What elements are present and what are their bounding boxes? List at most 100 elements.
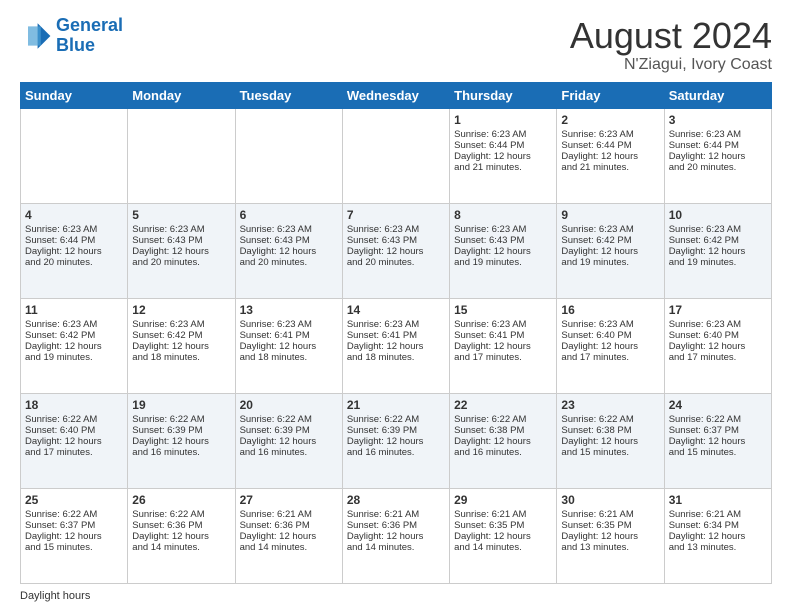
day-info-line: Sunset: 6:43 PM: [454, 235, 552, 246]
day-header-sunday: Sunday: [21, 82, 128, 108]
day-info-line: Sunset: 6:41 PM: [454, 330, 552, 341]
day-info-line: Sunrise: 6:23 AM: [25, 224, 123, 235]
day-info-line: Sunrise: 6:23 AM: [454, 319, 552, 330]
week-row-4: 25Sunrise: 6:22 AMSunset: 6:37 PMDayligh…: [21, 488, 772, 583]
logo: General Blue: [20, 16, 123, 56]
day-info-line: Sunrise: 6:22 AM: [25, 414, 123, 425]
footer-label: Daylight hours: [20, 590, 90, 602]
day-info-line: Sunrise: 6:22 AM: [454, 414, 552, 425]
calendar-cell: [235, 108, 342, 203]
day-info-line: Sunrise: 6:23 AM: [132, 319, 230, 330]
calendar-cell: 31Sunrise: 6:21 AMSunset: 6:34 PMDayligh…: [664, 488, 771, 583]
day-header-monday: Monday: [128, 82, 235, 108]
day-info-line: Sunrise: 6:23 AM: [561, 129, 659, 140]
day-info-line: Daylight: 12 hours: [25, 341, 123, 352]
day-info-line: Sunrise: 6:23 AM: [669, 129, 767, 140]
day-info-line: and 19 minutes.: [454, 257, 552, 268]
day-info-line: Sunrise: 6:23 AM: [454, 224, 552, 235]
day-info-line: and 17 minutes.: [669, 352, 767, 363]
day-info-line: Daylight: 12 hours: [561, 151, 659, 162]
day-number: 27: [240, 493, 338, 507]
calendar-cell: 19Sunrise: 6:22 AMSunset: 6:39 PMDayligh…: [128, 393, 235, 488]
day-info-line: Sunrise: 6:22 AM: [25, 509, 123, 520]
calendar-cell: 10Sunrise: 6:23 AMSunset: 6:42 PMDayligh…: [664, 203, 771, 298]
calendar-cell: 4Sunrise: 6:23 AMSunset: 6:44 PMDaylight…: [21, 203, 128, 298]
day-number: 5: [132, 208, 230, 222]
day-info-line: and 16 minutes.: [132, 447, 230, 458]
day-number: 10: [669, 208, 767, 222]
day-info-line: and 13 minutes.: [561, 542, 659, 553]
day-info-line: Sunset: 6:36 PM: [347, 520, 445, 531]
calendar-header-row: SundayMondayTuesdayWednesdayThursdayFrid…: [21, 82, 772, 108]
day-info-line: Sunrise: 6:23 AM: [561, 224, 659, 235]
calendar-cell: 1Sunrise: 6:23 AMSunset: 6:44 PMDaylight…: [450, 108, 557, 203]
day-info-line: and 16 minutes.: [454, 447, 552, 458]
day-number: 14: [347, 303, 445, 317]
day-info-line: Sunset: 6:44 PM: [454, 140, 552, 151]
day-number: 3: [669, 113, 767, 127]
week-row-3: 18Sunrise: 6:22 AMSunset: 6:40 PMDayligh…: [21, 393, 772, 488]
day-info-line: and 21 minutes.: [454, 162, 552, 173]
day-info-line: Daylight: 12 hours: [132, 531, 230, 542]
calendar-cell: 29Sunrise: 6:21 AMSunset: 6:35 PMDayligh…: [450, 488, 557, 583]
day-info-line: Sunset: 6:42 PM: [669, 235, 767, 246]
day-number: 13: [240, 303, 338, 317]
calendar-cell: 5Sunrise: 6:23 AMSunset: 6:43 PMDaylight…: [128, 203, 235, 298]
day-header-thursday: Thursday: [450, 82, 557, 108]
day-info-line: and 17 minutes.: [561, 352, 659, 363]
day-info-line: Daylight: 12 hours: [240, 246, 338, 257]
calendar-cell: 23Sunrise: 6:22 AMSunset: 6:38 PMDayligh…: [557, 393, 664, 488]
day-info-line: and 19 minutes.: [561, 257, 659, 268]
day-info-line: and 16 minutes.: [347, 447, 445, 458]
day-number: 20: [240, 398, 338, 412]
calendar-cell: 26Sunrise: 6:22 AMSunset: 6:36 PMDayligh…: [128, 488, 235, 583]
day-info-line: Sunrise: 6:22 AM: [347, 414, 445, 425]
day-info-line: Daylight: 12 hours: [347, 531, 445, 542]
calendar-cell: 6Sunrise: 6:23 AMSunset: 6:43 PMDaylight…: [235, 203, 342, 298]
day-info-line: Daylight: 12 hours: [25, 531, 123, 542]
calendar-cell: 7Sunrise: 6:23 AMSunset: 6:43 PMDaylight…: [342, 203, 449, 298]
day-info-line: and 17 minutes.: [454, 352, 552, 363]
day-info-line: Daylight: 12 hours: [669, 341, 767, 352]
day-info-line: and 20 minutes.: [347, 257, 445, 268]
day-info-line: Sunrise: 6:23 AM: [454, 129, 552, 140]
day-info-line: Sunset: 6:36 PM: [132, 520, 230, 531]
day-number: 6: [240, 208, 338, 222]
day-info-line: Sunrise: 6:21 AM: [454, 509, 552, 520]
day-info-line: and 14 minutes.: [347, 542, 445, 553]
day-info-line: and 18 minutes.: [240, 352, 338, 363]
day-info-line: Sunrise: 6:21 AM: [240, 509, 338, 520]
day-number: 19: [132, 398, 230, 412]
day-info-line: and 20 minutes.: [240, 257, 338, 268]
day-info-line: Daylight: 12 hours: [240, 436, 338, 447]
day-info-line: Daylight: 12 hours: [347, 246, 445, 257]
day-info-line: Sunset: 6:35 PM: [561, 520, 659, 531]
calendar-cell: 9Sunrise: 6:23 AMSunset: 6:42 PMDaylight…: [557, 203, 664, 298]
week-row-0: 1Sunrise: 6:23 AMSunset: 6:44 PMDaylight…: [21, 108, 772, 203]
day-number: 9: [561, 208, 659, 222]
calendar-cell: 3Sunrise: 6:23 AMSunset: 6:44 PMDaylight…: [664, 108, 771, 203]
day-info-line: Sunrise: 6:23 AM: [669, 319, 767, 330]
day-info-line: Sunset: 6:40 PM: [669, 330, 767, 341]
day-info-line: Sunset: 6:43 PM: [347, 235, 445, 246]
calendar-cell: 8Sunrise: 6:23 AMSunset: 6:43 PMDaylight…: [450, 203, 557, 298]
day-info-line: Sunrise: 6:21 AM: [347, 509, 445, 520]
day-number: 30: [561, 493, 659, 507]
day-info-line: Daylight: 12 hours: [561, 531, 659, 542]
day-info-line: Sunrise: 6:21 AM: [561, 509, 659, 520]
day-info-line: Sunset: 6:44 PM: [561, 140, 659, 151]
day-info-line: and 18 minutes.: [132, 352, 230, 363]
day-info-line: Sunset: 6:44 PM: [25, 235, 123, 246]
day-number: 16: [561, 303, 659, 317]
day-info-line: and 20 minutes.: [132, 257, 230, 268]
day-info-line: Daylight: 12 hours: [561, 246, 659, 257]
day-info-line: Sunset: 6:40 PM: [25, 425, 123, 436]
month-title: August 2024: [570, 16, 772, 56]
day-info-line: Sunset: 6:43 PM: [132, 235, 230, 246]
day-number: 15: [454, 303, 552, 317]
calendar-cell: [128, 108, 235, 203]
day-info-line: and 14 minutes.: [132, 542, 230, 553]
day-info-line: Sunrise: 6:22 AM: [132, 509, 230, 520]
calendar-cell: 24Sunrise: 6:22 AMSunset: 6:37 PMDayligh…: [664, 393, 771, 488]
day-info-line: Daylight: 12 hours: [25, 246, 123, 257]
